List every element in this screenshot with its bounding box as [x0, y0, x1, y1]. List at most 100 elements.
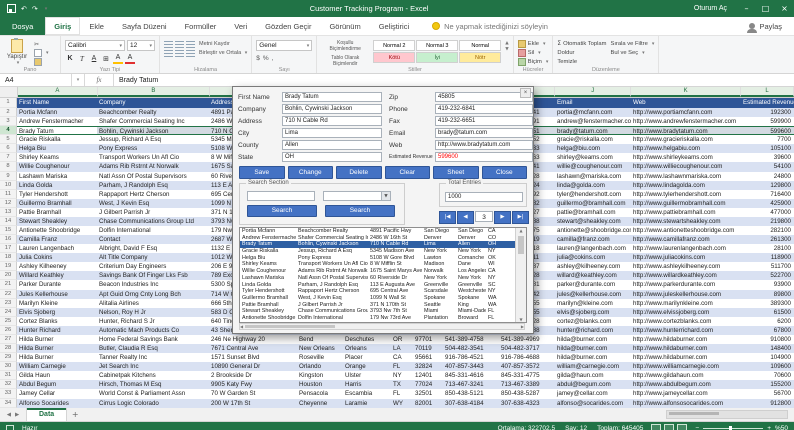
- align-right-icon[interactable]: [186, 50, 195, 57]
- cell[interactable]: Adams Rib Rstrnt At Norwalk: [97, 162, 209, 172]
- cell[interactable]: http://www.camillafranz.com: [631, 235, 741, 245]
- cell[interactable]: 282100: [741, 226, 794, 235]
- cell[interactable]: Home Federal Savings Bank: [97, 335, 209, 344]
- cell[interactable]: http://www.andrewfenstermacher.com: [631, 117, 741, 126]
- cell[interactable]: 118900: [741, 253, 794, 263]
- normal-view-icon[interactable]: [651, 423, 662, 430]
- cell[interactable]: Orange: [343, 362, 391, 372]
- cell[interactable]: OR: [391, 335, 413, 344]
- cell[interactable]: Escambia: [343, 389, 391, 398]
- sheet-tab-data[interactable]: Data: [26, 408, 68, 421]
- cell[interactable]: Hunter, Richard S Jr: [97, 317, 209, 326]
- doldur-button[interactable]: Doldur: [557, 49, 606, 57]
- cell[interactable]: 504-482-3717: [499, 344, 555, 354]
- cell[interactable]: Marilyn Kleine: [17, 299, 97, 308]
- cell[interactable]: http://www.gildahaun.com: [631, 371, 741, 380]
- cell[interactable]: william@carnegie.com: [555, 362, 631, 372]
- cell[interactable]: 307-638-4323: [499, 398, 555, 408]
- row-number-13[interactable]: 13: [0, 207, 17, 217]
- cell[interactable]: Deschutes: [343, 335, 391, 344]
- cell[interactable]: http://www.guillermobramhall.com: [631, 198, 741, 208]
- cell[interactable]: 7671 Central Ave: [209, 344, 297, 354]
- cell[interactable]: 1571 Sunset Blvd: [209, 353, 297, 362]
- tab-form-ller[interactable]: Formüller: [176, 17, 226, 35]
- cell[interactable]: Orlando: [297, 362, 343, 372]
- county-field[interactable]: Allen: [282, 140, 382, 150]
- cell[interactable]: 541-389-4969: [499, 335, 555, 344]
- row-number-8[interactable]: 8: [0, 162, 17, 172]
- cell[interactable]: Shafer Commercial Seating Inc: [97, 117, 209, 126]
- cell-style-normal[interactable]: Normal: [459, 40, 502, 51]
- cell[interactable]: Willie Coughenour: [17, 162, 97, 172]
- align-left-icon[interactable]: [164, 50, 173, 57]
- cell[interactable]: Ashley Kilheeney: [17, 262, 97, 271]
- search-input[interactable]: [247, 191, 315, 201]
- cell[interactable]: 56700: [741, 389, 794, 398]
- macro-record-icon[interactable]: [6, 424, 14, 430]
- cell[interactable]: Houston: [297, 380, 343, 390]
- cell[interactable]: Cabinetpak Kitchens: [97, 371, 209, 380]
- cell[interactable]: abdul@begum.com: [555, 380, 631, 390]
- row-number-10[interactable]: 10: [0, 180, 17, 190]
- listbox-row[interactable]: Brady Tatum Bohlin, Cywinski Jackson 710 N…: [240, 241, 516, 249]
- cell[interactable]: http://www.hildaburner.com: [631, 344, 741, 354]
- fill-color-icon[interactable]: A: [113, 53, 123, 64]
- cell[interactable]: 850-438-5121: [443, 389, 499, 398]
- cell[interactable]: Tyler Hendershott: [17, 190, 97, 199]
- cell-style-k-t-[interactable]: Kötü: [373, 52, 416, 63]
- cell[interactable]: cortez@blanks.com: [555, 317, 631, 326]
- font-size-select[interactable]: 12 ▾: [127, 40, 155, 51]
- cell[interactable]: stewart@sheakley.com: [555, 216, 631, 227]
- cell[interactable]: 850-438-5287: [499, 389, 555, 398]
- comma-icon[interactable]: ,: [272, 55, 274, 62]
- listbox-row[interactable]: Linda Golda Parham, J Randolph Esq 113 E A…: [240, 282, 516, 289]
- row-number-34[interactable]: 34: [0, 398, 17, 408]
- cell[interactable]: 104900: [741, 353, 794, 362]
- align-middle-icon[interactable]: [175, 41, 184, 48]
- name-box[interactable]: A4: [0, 74, 72, 86]
- cell[interactable]: http://www.helgabiu.com: [631, 144, 741, 154]
- cell[interactable]: Guillermo Bramhall: [17, 198, 97, 208]
- row-number-33[interactable]: 33: [0, 389, 17, 399]
- cell[interactable]: hunter@richard.com: [555, 325, 631, 335]
- dialog-close-icon[interactable]: ×: [520, 88, 531, 98]
- cell[interactable]: 6200: [741, 317, 794, 326]
- otomatik-toplam-button[interactable]: Σ Otomatik Toplam: [557, 40, 606, 48]
- cell[interactable]: 713-467-3389: [499, 380, 555, 390]
- cell-style-i-yi[interactable]: İyi: [416, 52, 459, 63]
- row-number-25[interactable]: 25: [0, 316, 17, 326]
- cell[interactable]: shirley@keams.com: [555, 153, 631, 162]
- cell[interactable]: World Const & Parliament Assn: [97, 389, 209, 398]
- cell[interactable]: http://www.elvissjoberg.com: [631, 307, 741, 317]
- cell[interactable]: Tanner Realty Inc: [97, 353, 209, 362]
- cell[interactable]: http://www.shirleykeams.com: [631, 153, 741, 162]
- cell[interactable]: 541-389-4758: [443, 335, 499, 344]
- cell[interactable]: antionette@shoobridge.com: [555, 226, 631, 235]
- cell[interactable]: Julia Cokins: [17, 253, 97, 263]
- cell[interactable]: 24800: [741, 172, 794, 181]
- zoom-in-icon[interactable]: +: [767, 425, 771, 430]
- bul-ve-se--button[interactable]: Bul ve Seç ▾: [610, 49, 654, 57]
- column-header-B[interactable]: B: [97, 87, 210, 97]
- cell[interactable]: jamey@cellar.com: [555, 389, 631, 398]
- cell[interactable]: http://www.abdulbegum.com: [631, 380, 741, 390]
- zoom-level[interactable]: %50: [775, 425, 788, 430]
- cell[interactable]: andrew@fenstermacher.com: [555, 117, 631, 126]
- row-number-12[interactable]: 12: [0, 198, 17, 208]
- cell[interactable]: Albright, David F Esq: [97, 244, 209, 253]
- cell[interactable]: http://www.gracieriskalla.com: [631, 135, 741, 144]
- cell[interactable]: 70 W Garden St: [209, 389, 297, 398]
- cell[interactable]: hilda@burner.com: [555, 344, 631, 354]
- sheet-next-icon[interactable]: ▶: [15, 412, 19, 418]
- page-break-view-icon[interactable]: [677, 423, 688, 430]
- cell[interactable]: Parker Durante: [17, 280, 97, 289]
- cell[interactable]: Willard Keathley: [17, 271, 97, 281]
- cell[interactable]: 32501: [413, 389, 443, 398]
- cell[interactable]: Apt Guid Orng Cnty Long Bch: [97, 289, 209, 299]
- cell[interactable]: http://www.lashawnmariska.com: [631, 172, 741, 181]
- row-number-28[interactable]: 28: [0, 344, 17, 354]
- cell[interactable]: Beachcomber Realty: [97, 108, 209, 118]
- cell-style-n-tr[interactable]: Nötr: [459, 52, 502, 63]
- cell[interactable]: Alt Title Company: [97, 253, 209, 263]
- previous-record-button[interactable]: ◀: [457, 211, 474, 224]
